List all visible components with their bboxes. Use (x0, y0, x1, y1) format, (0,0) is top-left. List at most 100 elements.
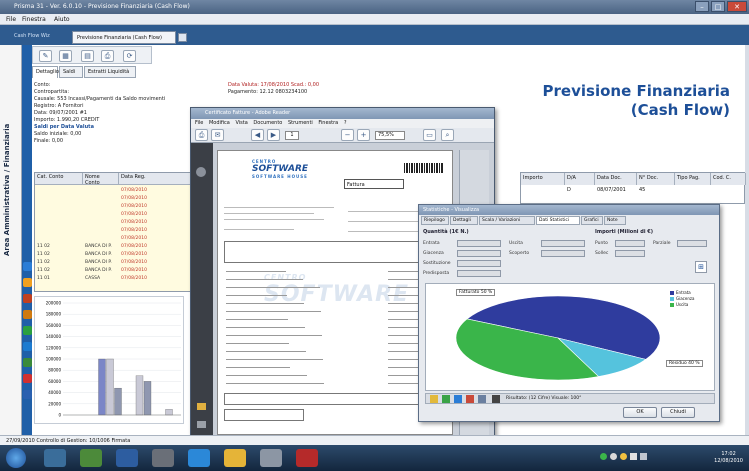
edit-icon[interactable]: ✎ (39, 50, 52, 62)
tab-dati-statistici[interactable]: Dati Statistici (536, 216, 580, 225)
column-header[interactable]: Data Doc. (595, 173, 637, 185)
table-row[interactable]: 11 02 BANCA DI P. 07/08/2010 (35, 243, 195, 251)
module-icon[interactable] (23, 262, 32, 271)
zoom-in-icon[interactable]: + (357, 129, 370, 141)
column-header[interactable]: Nome Conto (83, 173, 119, 186)
scoperto-field[interactable] (541, 250, 585, 257)
menu-file[interactable]: File (6, 16, 16, 23)
punto-field[interactable] (615, 240, 645, 247)
zoom-out-icon[interactable]: − (341, 129, 354, 141)
pdf-menu-strumenti[interactable]: Strumenti (288, 120, 313, 126)
taskbar-app-icon[interactable] (80, 449, 102, 467)
table-row[interactable]: 07/08/2010 (35, 235, 195, 243)
start-button[interactable] (6, 448, 26, 468)
table-row[interactable]: 07/08/2010 (35, 211, 195, 219)
export-icon[interactable] (478, 395, 486, 403)
clock[interactable]: 17:02 12/08/2010 (714, 451, 743, 465)
predisposta-field[interactable] (457, 270, 501, 277)
tab-dettaglio[interactable]: Dettaglio (32, 66, 59, 78)
grid-icon[interactable]: ▦ (59, 50, 72, 62)
document-icon[interactable]: ▤ (81, 50, 94, 62)
email-icon[interactable]: ✉ (211, 129, 224, 141)
taskbar-app-icon[interactable] (116, 449, 138, 467)
column-header[interactable]: Tipo Pag. (675, 173, 711, 185)
browser-icon[interactable] (188, 449, 210, 467)
tag-icon[interactable] (197, 421, 206, 428)
taskbar-app-icon[interactable] (152, 449, 174, 467)
table-row[interactable]: 07/08/2010 (35, 187, 195, 195)
column-header[interactable]: N° Doc. (637, 173, 675, 185)
sostituzione-field[interactable] (457, 260, 501, 267)
network-icon[interactable] (630, 453, 637, 460)
column-header[interactable]: Cat. Conto (35, 173, 83, 185)
tab-saldi[interactable]: Saldi (59, 66, 83, 78)
folder-icon[interactable] (430, 395, 438, 403)
palette-icon[interactable] (466, 395, 474, 403)
table-row[interactable]: 11 02 BANCA DI P. 07/08/2010 (35, 267, 195, 275)
pdf-menu-vista[interactable]: Vista (235, 120, 247, 126)
pdf-menu-finestra[interactable]: Finestra (318, 120, 338, 126)
minimize-button[interactable]: – (695, 1, 709, 12)
tab-grafici[interactable]: Grafici (581, 216, 603, 225)
table-row[interactable]: 07/08/2010 (35, 227, 195, 235)
taskbar-app-icon[interactable] (260, 449, 282, 467)
volume-icon[interactable] (640, 453, 647, 460)
pages-icon[interactable] (196, 167, 206, 177)
print-icon[interactable]: ⎙ (101, 50, 114, 62)
module-icon[interactable] (23, 374, 32, 383)
module-icon[interactable] (23, 326, 32, 335)
attachment-icon[interactable] (197, 403, 206, 410)
column-header[interactable]: D/A (565, 173, 595, 185)
chart-3d-icon[interactable] (454, 395, 462, 403)
tab-cash-flow-wiz[interactable]: Cash Flow Wiz (14, 33, 50, 39)
uscita-field[interactable] (541, 240, 585, 247)
pdf-menu-modifica[interactable]: Modifica (209, 120, 230, 126)
menu-aiuto[interactable]: Aiuto (54, 16, 70, 23)
print-icon[interactable]: ⎙ (195, 129, 208, 141)
tray-icon[interactable] (610, 453, 617, 460)
module-icon[interactable] (23, 294, 32, 303)
tab-note[interactable]: Note (604, 216, 626, 225)
tab-close-icon[interactable] (178, 33, 187, 42)
tab-scala-variazioni[interactable]: Scala / Variazioni (479, 216, 535, 225)
column-header[interactable]: Data Reg. (119, 173, 195, 185)
fit-page-icon[interactable]: ▭ (423, 129, 436, 141)
maximize-button[interactable]: □ (711, 1, 725, 12)
module-icon[interactable] (23, 278, 32, 287)
column-header[interactable]: Cod. C. (711, 173, 746, 185)
table-row[interactable]: 11 01 CASSA 07/08/2010 (35, 275, 195, 283)
module-icon[interactable] (23, 390, 32, 399)
pdf-menu-help[interactable]: ? (344, 120, 347, 126)
entrata-field[interactable] (457, 240, 501, 247)
module-icon[interactable] (23, 310, 32, 319)
tab-riepilogo[interactable]: Riepilogo (421, 216, 449, 225)
folder-icon[interactable] (224, 449, 246, 467)
parziale-field[interactable] (677, 240, 707, 247)
search-icon[interactable]: ⌕ (441, 129, 454, 141)
table-row[interactable]: 07/08/2010 (35, 203, 195, 211)
table-row[interactable]: 07/08/2010 (35, 219, 195, 227)
chart-options-icon[interactable]: ⊞ (695, 261, 707, 273)
pdf-reader-icon[interactable] (296, 449, 318, 467)
tab-estratti-liquidita[interactable]: Estratti Liquidità (84, 66, 136, 78)
taskbar-app-icon[interactable] (44, 449, 66, 467)
sollec-field[interactable] (615, 250, 645, 257)
pdf-menu-file[interactable]: File (195, 120, 203, 126)
save-icon[interactable] (492, 395, 500, 403)
table-row[interactable]: 11 02 BANCA DI P. 07/08/2010 (35, 251, 195, 259)
table-row[interactable]: 11 02 BANCA DI P. 07/08/2010 (35, 259, 195, 267)
module-icon[interactable] (23, 358, 32, 367)
giacenza-field[interactable] (457, 250, 501, 257)
chart-type-icon[interactable] (442, 395, 450, 403)
tab-dettagli[interactable]: Dettagli (450, 216, 478, 225)
table-row[interactable]: 07/08/2010 (35, 195, 195, 203)
zoom-select[interactable]: 75,5% (375, 131, 405, 140)
tray-icon[interactable] (600, 453, 607, 460)
ok-button[interactable]: OK (623, 407, 657, 418)
next-page-icon[interactable]: ▶ (267, 129, 280, 141)
tray-icon[interactable] (620, 453, 627, 460)
prev-page-icon[interactable]: ◀ (251, 129, 264, 141)
chiudi-button[interactable]: Chiudi (661, 407, 695, 418)
page-number-input[interactable]: 1 (285, 131, 299, 140)
tab-previsione-finanziaria[interactable]: Previsione Finanziaria (Cash Flow) (72, 31, 176, 44)
